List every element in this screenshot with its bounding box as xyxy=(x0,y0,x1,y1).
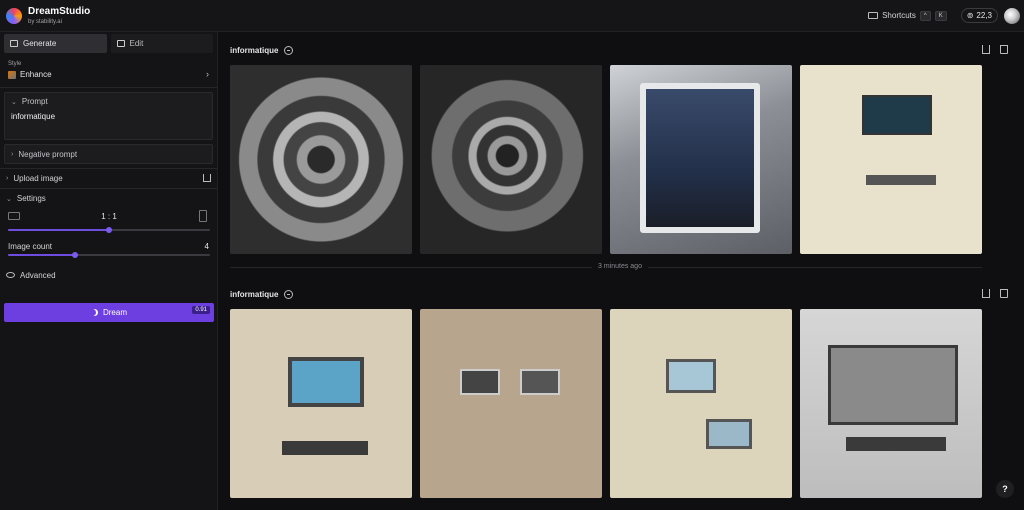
upload-image-row[interactable]: › Upload image xyxy=(0,168,217,188)
sidebar: Generate Edit Style Enhance › ⌄ Prompt i… xyxy=(0,32,218,510)
image-count-value: 4 xyxy=(204,242,209,251)
mode-tabs: Generate Edit xyxy=(0,32,217,55)
style-selector[interactable]: Style Enhance › xyxy=(0,55,217,88)
generated-image[interactable] xyxy=(420,309,602,498)
shortcut-key-k: K xyxy=(934,10,947,21)
image-count-slider-thumb[interactable] xyxy=(71,252,78,258)
pc-case-shape xyxy=(640,83,760,233)
prompt-input[interactable]: informatique xyxy=(11,112,206,121)
generated-image[interactable] xyxy=(800,65,982,254)
generated-image[interactable] xyxy=(230,309,412,498)
batch-prompt: informatique xyxy=(230,45,279,55)
tab-edit[interactable]: Edit xyxy=(110,34,213,53)
style-value: Enhance xyxy=(20,70,52,79)
chevron-right-icon: › xyxy=(11,151,14,158)
negative-prompt-panel[interactable]: › Negative prompt xyxy=(4,144,213,164)
generated-image[interactable] xyxy=(610,309,792,498)
dream-button[interactable]: Dream 0.91 xyxy=(4,303,214,322)
upload-image-label: Upload image xyxy=(13,174,63,183)
dream-cost-badge: 0.91 xyxy=(192,306,210,314)
top-bar: DreamStudio by stability.ai Shortcuts ^ … xyxy=(0,0,1024,32)
generated-image[interactable] xyxy=(800,309,982,498)
image-grid xyxy=(230,309,982,498)
credits-icon: ⊚ xyxy=(966,11,974,20)
help-button[interactable]: ? xyxy=(996,480,1014,498)
monitor-shape xyxy=(520,369,560,395)
settings-row[interactable]: ⌄ Settings xyxy=(0,188,217,208)
user-avatar[interactable] xyxy=(1004,7,1020,24)
image-count-slider-fill xyxy=(8,254,75,256)
monitor-shape xyxy=(460,369,500,395)
generated-image[interactable] xyxy=(230,65,412,254)
app-logo[interactable]: DreamStudio by stability.ai xyxy=(6,5,91,25)
aspect-ratio-slider[interactable] xyxy=(8,227,210,233)
trash-icon[interactable] xyxy=(1000,45,1008,54)
batch-prompt: informatique xyxy=(230,289,279,299)
image-count-control: Image count 4 xyxy=(0,238,217,260)
chevron-right-icon: › xyxy=(6,175,9,182)
grid-icon xyxy=(10,40,18,47)
workstation-shape xyxy=(828,345,958,425)
prompt-label: Prompt xyxy=(21,97,48,106)
download-icon[interactable] xyxy=(982,45,990,54)
eye-icon xyxy=(6,272,15,278)
aspect-ratio-slider-thumb[interactable] xyxy=(106,227,112,233)
download-icon[interactable] xyxy=(982,289,990,298)
chevron-right-icon: › xyxy=(206,69,209,79)
prompt-panel[interactable]: ⌄ Prompt informatique xyxy=(4,92,213,140)
keyboard-shape xyxy=(866,175,936,185)
app-title: DreamStudio xyxy=(28,5,91,17)
monitor-shape xyxy=(288,357,364,407)
monitor-shape xyxy=(706,419,752,449)
settings-label: Settings xyxy=(16,194,46,203)
batch-timestamp: 3 minutes ago xyxy=(230,263,1010,270)
batch-header: informatique xyxy=(230,43,294,57)
image-count-slider[interactable] xyxy=(8,252,210,258)
advanced-label: Advanced xyxy=(20,270,56,280)
dreamstudio-logo-icon xyxy=(6,7,22,24)
tab-generate-label: Generate xyxy=(23,39,57,48)
generated-image[interactable] xyxy=(420,65,602,254)
chevron-down-icon: ⌄ xyxy=(6,195,12,203)
chevron-down-icon[interactable]: ⌄ xyxy=(11,98,17,106)
trash-icon[interactable] xyxy=(1000,289,1008,298)
shortcuts-label: Shortcuts xyxy=(882,11,916,20)
moon-icon xyxy=(91,309,98,316)
batch-header: informatique xyxy=(230,287,294,301)
style-thumbnail-icon xyxy=(8,70,16,79)
negative-prompt-label: Negative prompt xyxy=(18,150,78,159)
main-gallery: informatique 3 minutes ago informatique xyxy=(218,32,1024,510)
generated-image[interactable] xyxy=(610,65,792,254)
shortcut-key-ctrl: ^ xyxy=(919,10,931,21)
tab-generate[interactable]: Generate xyxy=(4,34,107,53)
style-label: Style xyxy=(8,61,22,67)
credits-badge[interactable]: ⊚ 22,3 xyxy=(960,8,998,23)
monitor-shape xyxy=(862,95,932,135)
keyboard-icon xyxy=(868,12,879,19)
dream-button-label: Dream xyxy=(102,308,127,317)
keyboard-shape xyxy=(282,441,368,455)
tab-edit-label: Edit xyxy=(129,39,144,48)
reuse-prompt-icon[interactable] xyxy=(284,289,294,299)
aspect-ratio-control: 1 : 1 xyxy=(0,208,217,238)
image-grid xyxy=(230,65,982,254)
monitor-shape xyxy=(666,359,716,393)
image-count-label: Image count xyxy=(8,242,53,251)
keyboard-shape xyxy=(846,437,946,451)
aspect-ratio-value: 1 : 1 xyxy=(101,212,117,221)
aspect-ratio-slider-fill xyxy=(8,229,109,231)
edit-icon xyxy=(116,40,125,47)
reuse-prompt-icon[interactable] xyxy=(284,45,294,55)
app-subtitle: by stability.ai xyxy=(28,18,62,25)
upload-icon[interactable] xyxy=(203,174,211,182)
advanced-toggle[interactable]: Advanced xyxy=(0,264,217,286)
credits-value: 22,3 xyxy=(976,11,992,20)
portrait-ratio-icon[interactable] xyxy=(199,210,207,222)
shortcuts-button[interactable]: Shortcuts ^ K xyxy=(868,10,947,21)
